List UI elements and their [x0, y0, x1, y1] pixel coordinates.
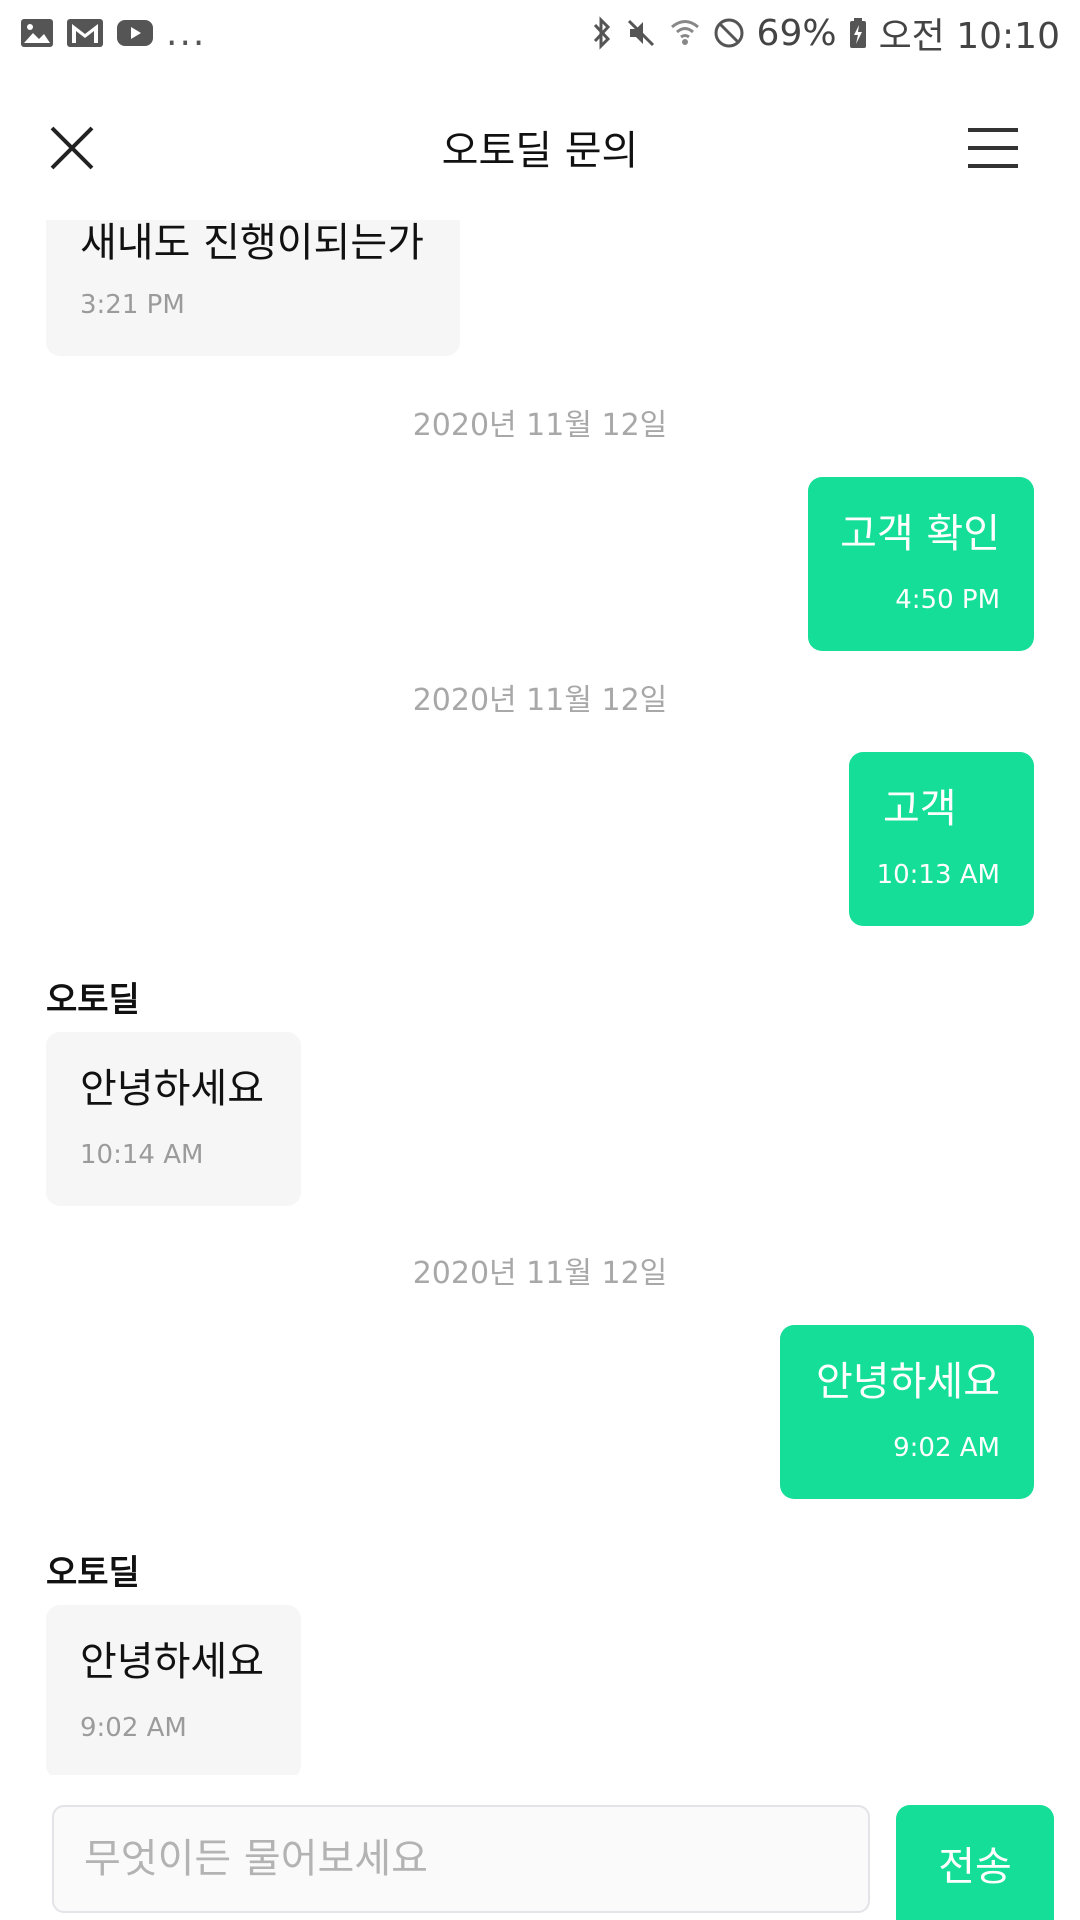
hamburger-menu-icon: [968, 128, 1018, 168]
message-input-container: [52, 1805, 870, 1913]
date-separator: 2020년 11월 12일: [412, 1256, 668, 1291]
battery-charging-icon: [849, 17, 867, 49]
message-time: 10:14 AM: [80, 1140, 204, 1170]
sender-name: 오토딜: [46, 1553, 140, 1593]
date-separator: 2020년 11월 12일: [412, 408, 668, 443]
message-text: 고객 확인: [840, 511, 1000, 557]
message-input[interactable]: [54, 1807, 868, 1911]
youtube-icon: [116, 18, 154, 48]
message-bubble-outgoing[interactable]: 안녕하세요 9:02 AM: [780, 1325, 1034, 1499]
app-header: 오토딜 문의: [0, 90, 1080, 200]
bluetooth-icon: [591, 16, 613, 50]
status-bar: ... 69% 오전 10:10: [0, 0, 1080, 66]
message-time: 10:13 AM: [876, 860, 1000, 890]
message-bubble-incoming[interactable]: 안녕하세요 9:02 AM: [46, 1605, 301, 1775]
message-text: 안녕하세요: [80, 1639, 264, 1685]
clock: 오전 10:10: [878, 16, 1060, 57]
message-text: 새내도 진행이되는가: [80, 220, 424, 266]
gmail-icon: [66, 18, 104, 48]
message-bubble-outgoing[interactable]: 고객 10:13 AM: [849, 752, 1034, 926]
status-bar-right: 69% 오전 10:10: [591, 7, 1060, 59]
status-bar-left: ...: [20, 13, 206, 54]
send-button[interactable]: 전송: [896, 1805, 1054, 1920]
notification-overflow: ...: [166, 12, 207, 54]
mute-icon: [625, 17, 657, 49]
message-text: 안녕하세요: [816, 1359, 1000, 1405]
message-time: 9:02 AM: [80, 1713, 187, 1743]
message-bubble-outgoing[interactable]: 고객 확인 4:50 PM: [808, 477, 1034, 651]
wifi-icon: [669, 17, 701, 49]
message-bubble-incoming[interactable]: 새내도 진행이되는가 3:21 PM: [46, 220, 460, 356]
chat-scroll-area[interactable]: 새내도 진행이되는가 3:21 PM 2020년 11월 12일 고객 확인 4…: [0, 220, 1080, 1775]
message-bubble-incoming[interactable]: 안녕하세요 10:14 AM: [46, 1032, 301, 1206]
date-separator: 2020년 11월 12일: [412, 683, 668, 718]
sender-name: 오토딜: [46, 980, 140, 1020]
message-text: 고객: [883, 786, 957, 832]
menu-button[interactable]: [962, 118, 1024, 178]
message-time: 3:21 PM: [80, 290, 185, 320]
page-title: 오토딜 문의: [441, 128, 639, 174]
message-text: 안녕하세요: [80, 1066, 264, 1112]
message-time: 4:50 PM: [895, 585, 1000, 615]
gallery-icon: [20, 18, 54, 48]
battery-percent: 69%: [756, 12, 837, 54]
message-time: 9:02 AM: [893, 1433, 1000, 1463]
dnd-icon: [713, 17, 745, 49]
